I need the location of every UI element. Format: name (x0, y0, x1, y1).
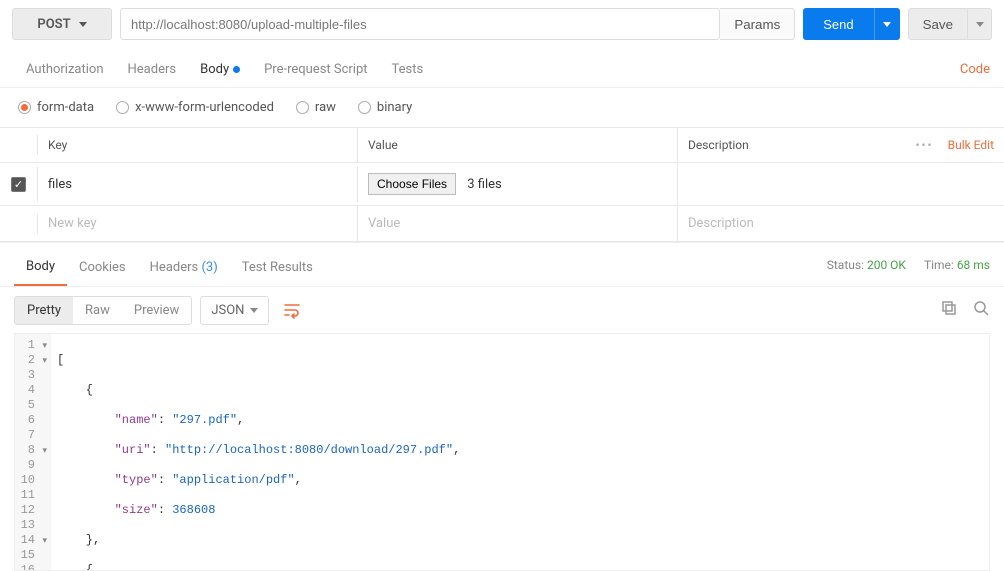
http-method-select[interactable]: POST (12, 8, 112, 40)
format-label: JSON (211, 303, 244, 318)
tab-body[interactable]: Body (188, 56, 252, 87)
new-desc-input[interactable]: Description (678, 206, 1004, 241)
new-value-input[interactable]: Value (358, 206, 678, 241)
response-tabs: Body Cookies Headers (3) Test Results St… (0, 242, 1004, 286)
file-count-label: 3 files (467, 177, 502, 192)
save-group: Save (908, 8, 992, 40)
send-group: Send (803, 8, 899, 40)
resp-headers-count: (3) (201, 260, 217, 275)
resp-tab-headers[interactable]: Headers (3) (138, 254, 230, 285)
view-mode-segment: Pretty Raw Preview (14, 296, 192, 325)
row-value-cell: Choose Files 3 files (358, 163, 678, 205)
radio-icon (116, 101, 129, 114)
table-row: ✓ files Choose Files 3 files (0, 163, 1004, 206)
url-input[interactable] (120, 8, 720, 40)
row-key-cell[interactable]: files (38, 167, 358, 202)
line-gutter: 1▾ 2▾ 3 4 5 6 7 8▾ 9 10 11 12 13 14▾ 15 … (15, 334, 51, 570)
radio-form-data[interactable]: form-data (18, 100, 94, 115)
request-tabs: Authorization Headers Body Pre-request S… (0, 48, 1004, 88)
col-value-header: Value (358, 128, 678, 162)
table-header: Key Value Description ••• Bulk Edit (0, 128, 1004, 163)
tab-body-label: Body (200, 62, 229, 77)
chevron-down-icon (976, 22, 984, 27)
radio-label: form-data (37, 100, 94, 115)
chevron-down-icon (250, 308, 258, 313)
wrap-lines-button[interactable] (277, 295, 307, 325)
bulk-edit-link[interactable]: Bulk Edit (948, 138, 994, 152)
generate-code-link[interactable]: Code (960, 56, 990, 87)
row-checkbox-cell (0, 214, 38, 234)
save-caret-button[interactable] (968, 8, 992, 40)
view-preview[interactable]: Preview (122, 297, 191, 324)
resp-tab-body[interactable]: Body (14, 253, 67, 286)
view-pretty[interactable]: Pretty (15, 297, 73, 324)
radio-raw[interactable]: raw (296, 100, 336, 115)
tab-prerequest[interactable]: Pre-request Script (252, 56, 379, 87)
new-key-input[interactable]: New key (38, 206, 358, 241)
checkbox-checked-icon[interactable]: ✓ (11, 177, 26, 192)
params-button[interactable]: Params (720, 8, 795, 40)
viewer-right-icons (940, 299, 990, 321)
chevron-down-icon (79, 22, 87, 27)
radio-icon (296, 101, 309, 114)
radio-urlencoded[interactable]: x-www-form-urlencoded (116, 100, 274, 115)
save-button[interactable]: Save (908, 8, 968, 40)
status-value: 200 OK (867, 258, 906, 272)
tab-tests[interactable]: Tests (380, 56, 436, 87)
viewer-toolbar: Pretty Raw Preview JSON (0, 286, 1004, 333)
radio-icon (18, 101, 31, 114)
resp-tab-test-results[interactable]: Test Results (230, 254, 325, 285)
body-type-selector: form-data x-www-form-urlencoded raw bina… (0, 88, 1004, 127)
copy-icon[interactable] (940, 299, 958, 321)
table-row-new: New key Value Description (0, 206, 1004, 242)
time-label: Time: (924, 258, 954, 272)
http-method-label: POST (37, 17, 70, 32)
more-icon[interactable]: ••• (915, 138, 933, 152)
resp-headers-label: Headers (150, 260, 199, 275)
col-desc-header: Description ••• Bulk Edit (678, 128, 1004, 162)
form-data-table: Key Value Description ••• Bulk Edit ✓ fi… (0, 127, 1004, 242)
radio-label: binary (377, 100, 412, 115)
choose-files-button[interactable]: Choose Files (368, 173, 456, 195)
view-raw[interactable]: Raw (73, 297, 122, 324)
row-desc-cell[interactable] (678, 174, 1004, 194)
tab-headers[interactable]: Headers (116, 56, 189, 87)
row-checkbox-cell: ✓ (0, 167, 38, 202)
request-bar: POST Params Send Save (0, 0, 1004, 48)
response-body-viewer[interactable]: 1▾ 2▾ 3 4 5 6 7 8▾ 9 10 11 12 13 14▾ 15 … (14, 333, 990, 571)
chevron-down-icon (883, 22, 891, 27)
code-lines: [ { "name": "297.pdf", "uri": "http://lo… (51, 334, 989, 570)
tab-authorization[interactable]: Authorization (14, 56, 116, 87)
response-status: Status: 200 OK Time: 68 ms (827, 258, 990, 282)
radio-icon (358, 101, 371, 114)
unsaved-dot-icon (233, 66, 240, 73)
radio-label: x-www-form-urlencoded (135, 100, 274, 115)
resp-tab-cookies[interactable]: Cookies (67, 254, 138, 285)
search-icon[interactable] (972, 299, 990, 321)
col-desc-label: Description (688, 138, 749, 152)
status-label: Status: (827, 258, 864, 272)
radio-label: raw (315, 100, 336, 115)
time-value: 68 ms (957, 258, 990, 272)
col-check (0, 135, 38, 155)
send-caret-button[interactable] (874, 8, 900, 40)
radio-binary[interactable]: binary (358, 100, 412, 115)
col-key-header: Key (38, 128, 358, 162)
format-select[interactable]: JSON (200, 296, 269, 325)
send-button[interactable]: Send (803, 8, 873, 40)
